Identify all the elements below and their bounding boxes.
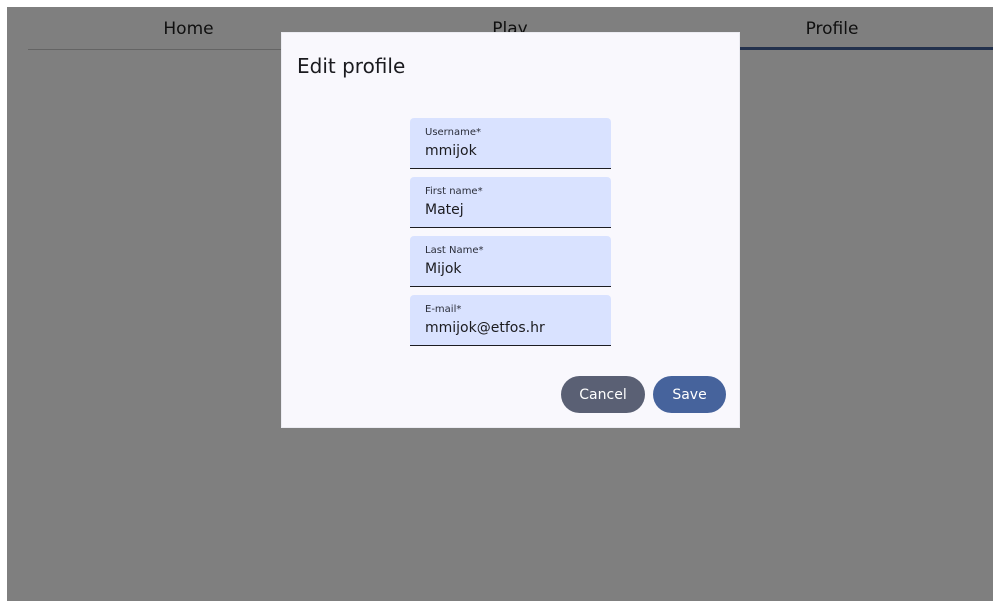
edit-profile-dialog: Edit profile Username* First name* Last … [281,32,740,428]
dialog-title: Edit profile [297,54,406,78]
app-window: Home Play Profile Edit profile Username*… [7,7,993,601]
first-name-label: First name* [425,186,483,197]
email-input[interactable] [425,320,600,336]
last-name-field[interactable]: Last Name* [410,236,611,287]
last-name-label: Last Name* [425,245,484,256]
cancel-button[interactable]: Cancel [561,376,645,413]
username-label: Username* [425,127,481,138]
save-button[interactable]: Save [653,376,726,413]
email-label: E-mail* [425,304,462,315]
username-input[interactable] [425,143,600,159]
email-field[interactable]: E-mail* [410,295,611,346]
first-name-input[interactable] [425,202,600,218]
username-field[interactable]: Username* [410,118,611,169]
first-name-field[interactable]: First name* [410,177,611,228]
last-name-input[interactable] [425,261,600,277]
